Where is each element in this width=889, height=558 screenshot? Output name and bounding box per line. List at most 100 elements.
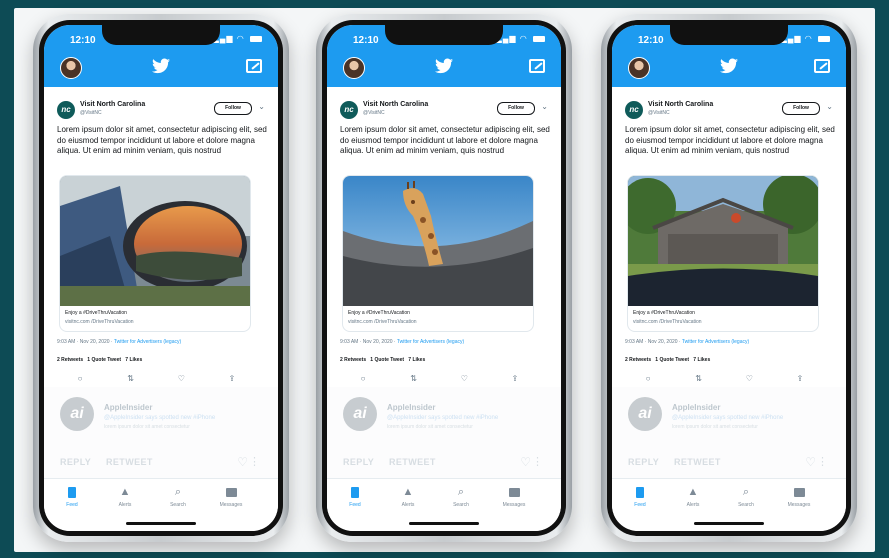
retweet-icon[interactable]: ⇅ bbox=[695, 375, 703, 383]
heart-icon[interactable]: ♡ bbox=[237, 455, 248, 469]
card-title: Enjoy a #DriveThruVacation bbox=[633, 310, 695, 316]
share-icon[interactable]: ⇪ bbox=[228, 375, 236, 383]
appleinsider-avatar[interactable]: ai bbox=[343, 397, 377, 431]
tweet-stats: 2 Retweets 1 Quote Tweet 7 Likes bbox=[340, 357, 425, 363]
account-name[interactable]: Visit North Carolina bbox=[648, 101, 713, 108]
quote-count[interactable]: 1 Quote Tweet bbox=[370, 357, 404, 363]
retweet-icon[interactable]: ⇅ bbox=[410, 375, 418, 383]
tab-label: Alerts bbox=[686, 502, 700, 508]
reply-icon[interactable]: ○ bbox=[644, 375, 652, 383]
retweet-count[interactable]: 2 Retweets bbox=[625, 357, 651, 363]
tweet-source[interactable]: Twitter for Advertisers (legacy) bbox=[114, 339, 181, 345]
follow-button[interactable]: Follow bbox=[497, 102, 535, 115]
visitnc-avatar[interactable]: nc bbox=[340, 101, 358, 119]
reply-button[interactable]: REPLY bbox=[343, 457, 374, 467]
quote-count[interactable]: 1 Quote Tweet bbox=[87, 357, 121, 363]
twitter-bird-icon bbox=[720, 58, 738, 74]
like-icon[interactable]: ♡ bbox=[177, 375, 185, 383]
more-icon[interactable]: ⋮ bbox=[817, 455, 828, 468]
more-icon[interactable]: ⋮ bbox=[249, 455, 260, 468]
follow-button[interactable]: Follow bbox=[782, 102, 820, 115]
card-url[interactable]: visitnc.com /DriveThruVacation bbox=[348, 319, 417, 325]
compose-icon[interactable] bbox=[529, 59, 545, 73]
share-icon[interactable]: ⇪ bbox=[796, 375, 804, 383]
tweet-meta: 9:03 AM · Nov 20, 2020 · Twitter for Adv… bbox=[57, 339, 181, 345]
tab-search[interactable]: ⌕ Search bbox=[156, 485, 200, 508]
appleinsider-avatar[interactable]: ai bbox=[60, 397, 94, 431]
link-card[interactable]: Enjoy a #DriveThruVacation visitnc.com /… bbox=[342, 175, 534, 332]
tab-alerts[interactable]: ▲ Alerts bbox=[103, 485, 147, 508]
follow-button[interactable]: Follow bbox=[214, 102, 252, 115]
like-count[interactable]: 7 Likes bbox=[693, 357, 710, 363]
card-url[interactable]: visitnc.com /DriveThruVacation bbox=[65, 319, 134, 325]
feed-icon bbox=[68, 486, 76, 498]
tab-feed[interactable]: Feed bbox=[333, 485, 377, 508]
retweet-button[interactable]: RETWEET bbox=[389, 457, 436, 467]
compose-icon[interactable] bbox=[814, 59, 830, 73]
profile-avatar[interactable] bbox=[60, 57, 82, 79]
chevron-down-icon[interactable]: ⌄ bbox=[541, 102, 548, 111]
tab-feed[interactable]: Feed bbox=[618, 485, 662, 508]
tab-feed[interactable]: Feed bbox=[50, 485, 94, 508]
visitnc-avatar[interactable]: nc bbox=[625, 101, 643, 119]
account-name[interactable]: Visit North Carolina bbox=[80, 101, 145, 108]
share-icon[interactable]: ⇪ bbox=[511, 375, 519, 383]
tweet-source[interactable]: Twitter for Advertisers (legacy) bbox=[397, 339, 464, 345]
card-title: Enjoy a #DriveThruVacation bbox=[65, 310, 127, 316]
chevron-down-icon[interactable]: ⌄ bbox=[826, 102, 833, 111]
retweet-button[interactable]: RETWEET bbox=[106, 457, 153, 467]
like-icon[interactable]: ♡ bbox=[745, 375, 753, 383]
link-card[interactable]: Enjoy a #DriveThruVacation visitnc.com /… bbox=[627, 175, 819, 332]
visitnc-avatar[interactable]: nc bbox=[57, 101, 75, 119]
card-url[interactable]: visitnc.com /DriveThruVacation bbox=[633, 319, 702, 325]
compose-icon[interactable] bbox=[246, 59, 262, 73]
phone-screen: 12:10 ▂▄▆ ◠ nc Visit North Carolina @Vis… bbox=[327, 25, 561, 531]
tab-alerts[interactable]: ▲ Alerts bbox=[386, 485, 430, 508]
tab-search[interactable]: ⌕ Search bbox=[724, 485, 768, 508]
tab-alerts[interactable]: ▲ Alerts bbox=[671, 485, 715, 508]
tab-messages[interactable]: Messages bbox=[492, 485, 536, 508]
tab-label: Messages bbox=[787, 502, 811, 508]
tab-search[interactable]: ⌕ Search bbox=[439, 485, 483, 508]
notch bbox=[385, 25, 503, 45]
tweet-text: Lorem ipsum dolor sit amet, consectetur … bbox=[625, 125, 835, 155]
tab-label: Search bbox=[453, 502, 469, 508]
faded-line-2: lorem ipsum dolor sit amet consectetur bbox=[387, 424, 473, 430]
like-count[interactable]: 7 Likes bbox=[408, 357, 425, 363]
profile-avatar[interactable] bbox=[628, 57, 650, 79]
retweet-icon[interactable]: ⇅ bbox=[127, 375, 135, 383]
reply-button[interactable]: REPLY bbox=[60, 457, 91, 467]
bell-icon: ▲ bbox=[402, 486, 414, 498]
like-count[interactable]: 7 Likes bbox=[125, 357, 142, 363]
more-icon[interactable]: ⋮ bbox=[532, 455, 543, 468]
profile-avatar[interactable] bbox=[343, 57, 365, 79]
notch bbox=[670, 25, 788, 45]
chevron-down-icon[interactable]: ⌄ bbox=[258, 102, 265, 111]
account-name[interactable]: Visit North Carolina bbox=[363, 101, 428, 108]
reply-button[interactable]: REPLY bbox=[628, 457, 659, 467]
reply-icon[interactable]: ○ bbox=[76, 375, 84, 383]
faded-line-2: lorem ipsum dolor sit amet consectetur bbox=[104, 424, 190, 430]
like-icon[interactable]: ♡ bbox=[460, 375, 468, 383]
appleinsider-avatar[interactable]: ai bbox=[628, 397, 662, 431]
tweet-source[interactable]: Twitter for Advertisers (legacy) bbox=[682, 339, 749, 345]
tab-label: Feed bbox=[349, 502, 361, 508]
tab-messages[interactable]: Messages bbox=[777, 485, 821, 508]
tweet-text: Lorem ipsum dolor sit amet, consectetur … bbox=[340, 125, 550, 155]
heart-icon[interactable]: ♡ bbox=[805, 455, 816, 469]
link-card[interactable]: Enjoy a #DriveThruVacation visitnc.com /… bbox=[59, 175, 251, 332]
faded-line-1: @AppleInsider says spotted new #iPhone bbox=[387, 415, 499, 421]
reply-icon[interactable]: ○ bbox=[359, 375, 367, 383]
quote-count[interactable]: 1 Quote Tweet bbox=[655, 357, 689, 363]
retweet-button[interactable]: RETWEET bbox=[674, 457, 721, 467]
retweet-count[interactable]: 2 Retweets bbox=[340, 357, 366, 363]
giraffe-sunroof-image bbox=[343, 176, 533, 306]
heart-icon[interactable]: ♡ bbox=[520, 455, 531, 469]
tab-label: Feed bbox=[634, 502, 646, 508]
retweet-count[interactable]: 2 Retweets bbox=[57, 357, 83, 363]
messages-icon bbox=[508, 487, 520, 497]
tweet-actions: ○ ⇅ ♡ ⇪ bbox=[359, 375, 519, 383]
tab-bar: Feed ▲ Alerts ⌕ Search Messages bbox=[612, 478, 846, 531]
tab-messages[interactable]: Messages bbox=[209, 485, 253, 508]
car-mirror-image bbox=[60, 176, 250, 306]
